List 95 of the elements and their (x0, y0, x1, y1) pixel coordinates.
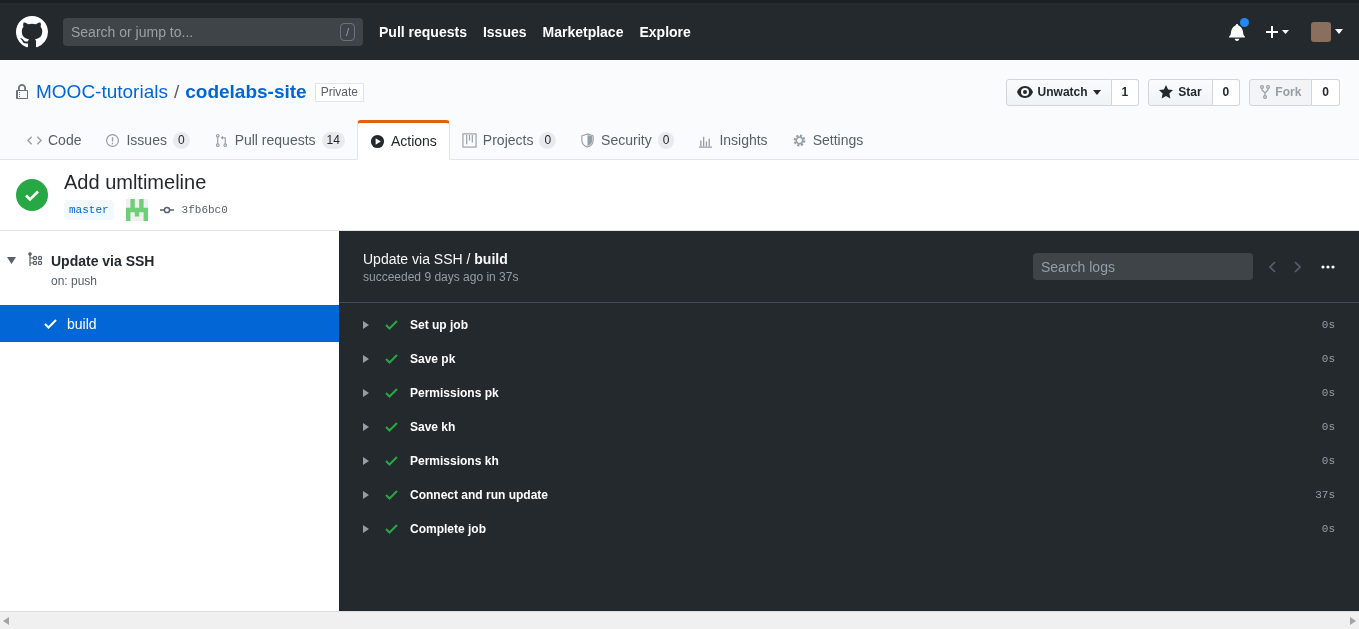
expand-caret-icon[interactable] (7, 257, 16, 264)
step-duration: 0s (1321, 453, 1335, 469)
step-row[interactable]: Save kh 0s (339, 410, 1359, 444)
eye-icon (1016, 86, 1033, 98)
issue-icon (105, 132, 121, 148)
step-row[interactable]: Complete job 0s (339, 512, 1359, 546)
check-icon (385, 456, 398, 466)
step-duration: 0s (1321, 317, 1335, 333)
title-separator: / (465, 250, 472, 267)
commit-icon (159, 206, 174, 214)
step-name: Save kh (410, 419, 456, 435)
step-duration: 0s (1321, 419, 1335, 435)
log-workflow-title: Update via SSH (363, 250, 463, 267)
check-icon (44, 318, 57, 329)
repo-tab[interactable]: Insights (686, 121, 780, 159)
identicon-icon (125, 199, 148, 221)
check-icon (385, 320, 398, 330)
expand-caret-icon (363, 321, 369, 329)
step-row[interactable]: Save pk 0s (339, 342, 1359, 376)
repo-tab[interactable]: Projects 0 (449, 121, 569, 159)
step-name: Set up job (410, 317, 468, 333)
expand-caret-icon (363, 355, 369, 363)
check-icon (385, 354, 398, 364)
fork-icon (1260, 85, 1271, 99)
shortcut-key: / (339, 22, 355, 41)
plus-dropdown-icon[interactable] (1265, 24, 1291, 39)
check-icon (385, 422, 398, 432)
step-name: Connect and run update (410, 487, 548, 503)
step-duration: 0s (1321, 351, 1335, 367)
workflow-trigger: on: push (51, 273, 99, 289)
success-check-icon (16, 179, 48, 211)
workflow-icon (27, 252, 43, 268)
expand-caret-icon (363, 457, 369, 465)
repo-tab[interactable]: Security 0 (568, 121, 687, 159)
visibility-label: Private (314, 82, 365, 102)
job-summary: succeeded 9 days ago in 37s (363, 268, 519, 285)
step-row[interactable]: Set up job 0s (339, 308, 1359, 342)
step-name: Permissions pk (410, 385, 499, 401)
nav-link[interactable]: Pull requests (379, 21, 467, 42)
repo-tab[interactable]: Code (15, 121, 94, 159)
tab-counter: 0 (657, 131, 675, 149)
nav-link[interactable]: Explore (639, 21, 691, 42)
play-icon (369, 133, 385, 149)
repo-tab[interactable]: Pull requests 14 (201, 121, 357, 159)
nav-link[interactable]: Marketplace (542, 21, 624, 42)
lock-icon (16, 84, 28, 100)
more-options-icon[interactable] (1321, 264, 1335, 269)
repo-tab[interactable]: Settings (779, 121, 876, 159)
logo-icon[interactable] (16, 15, 48, 48)
expand-caret-icon (363, 525, 369, 533)
avatar (1311, 21, 1331, 42)
job-item[interactable]: build (0, 305, 339, 342)
caret-icon (1335, 29, 1343, 34)
owner-link[interactable]: MOOC-tutorials (36, 77, 168, 107)
nav-link[interactable]: Issues (482, 21, 527, 42)
repo-tab[interactable]: Actions (356, 120, 450, 160)
step-row[interactable]: Permissions pk 0s (339, 376, 1359, 410)
path-separator: / (173, 79, 180, 104)
caret-icon (1092, 89, 1101, 95)
commit-sha-link[interactable]: 3fb6bc0 (181, 201, 228, 219)
expand-caret-icon (363, 491, 369, 499)
step-name: Permissions kh (410, 453, 499, 469)
repo-link[interactable]: codelabs-site (185, 77, 307, 107)
step-name: Complete job (410, 521, 486, 537)
step-duration: 0s (1321, 521, 1335, 537)
shield-icon (580, 132, 596, 148)
repo-tab[interactable]: Issues 0 (93, 121, 202, 159)
step-duration: 37s (1315, 487, 1335, 503)
pull-request-icon (213, 132, 229, 148)
tab-counter: 14 (321, 131, 345, 149)
check-icon (385, 524, 398, 534)
run-title: Add umltimeline (64, 170, 208, 195)
log-job-title: build (474, 250, 508, 267)
check-icon (385, 490, 398, 500)
expand-caret-icon (363, 389, 369, 397)
check-icon (385, 388, 398, 398)
expand-caret-icon (363, 423, 369, 431)
count-link[interactable]: 0 (1212, 78, 1241, 106)
step-row[interactable]: Permissions kh 0s (339, 444, 1359, 478)
search-logs-field[interactable]: Search logs (1033, 253, 1253, 280)
star-button[interactable]: Star (1148, 78, 1213, 106)
step-row[interactable]: Connect and run update 37s (339, 478, 1359, 512)
gear-icon (791, 132, 807, 148)
board-icon (461, 132, 477, 148)
step-duration: 0s (1321, 385, 1335, 401)
star-icon (1159, 85, 1174, 99)
watch-button[interactable]: Unwatch (1005, 78, 1112, 106)
branch-label[interactable]: master (64, 199, 114, 221)
count-link[interactable]: 1 (1111, 78, 1140, 106)
tab-counter: 0 (539, 131, 557, 149)
step-name: Save pk (410, 351, 456, 367)
workflow-name[interactable]: Update via SSH (51, 251, 155, 271)
avatar-dropdown[interactable] (1311, 21, 1343, 42)
tab-counter: 0 (172, 131, 190, 149)
bell-icon (1229, 22, 1245, 41)
